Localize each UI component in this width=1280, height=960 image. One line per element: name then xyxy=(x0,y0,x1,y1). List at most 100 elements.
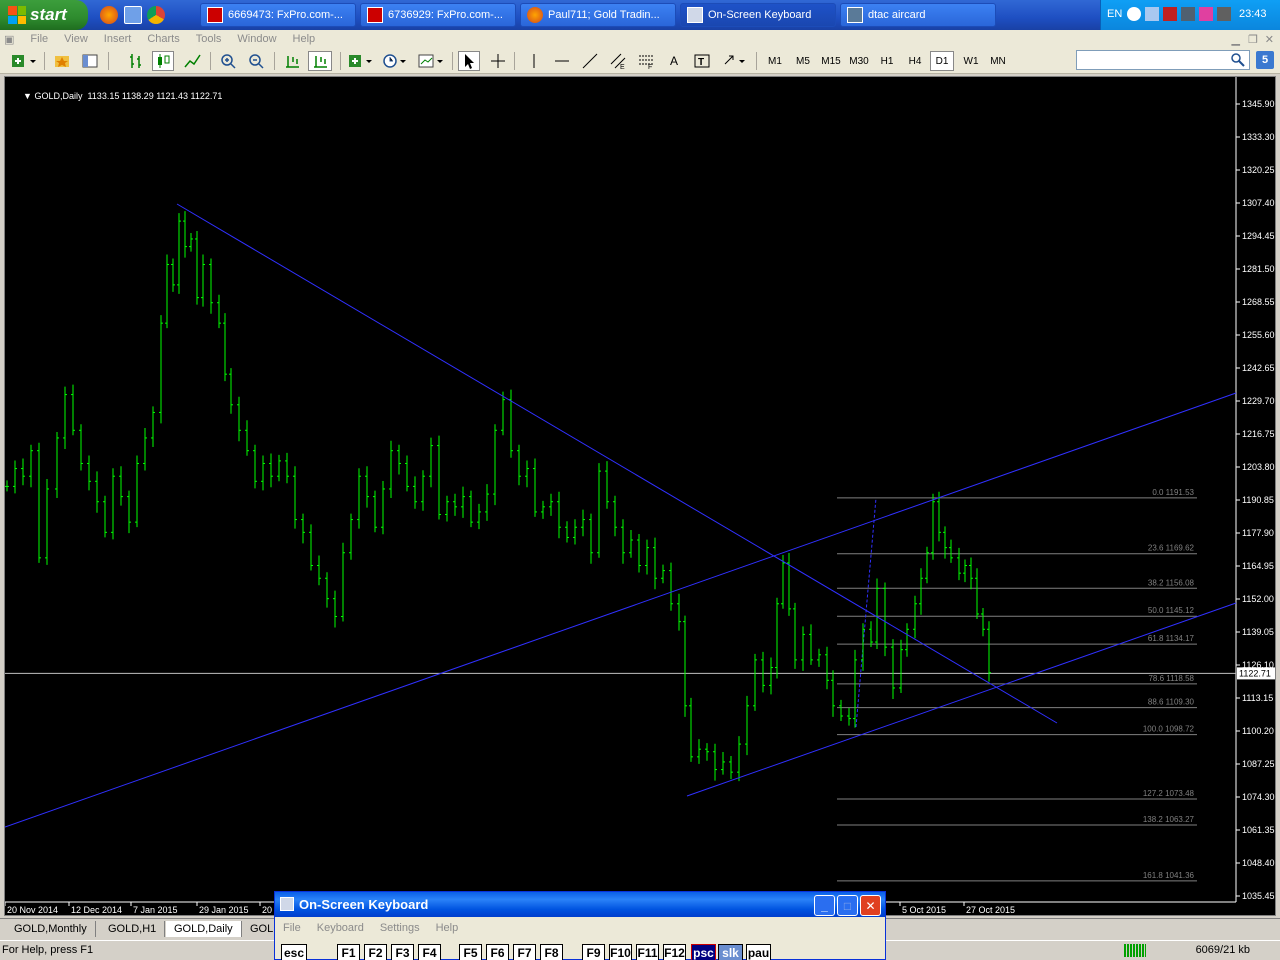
osk-menu-settings[interactable]: Settings xyxy=(372,922,428,934)
menu-window[interactable]: Window xyxy=(229,33,284,45)
equidistant-channel-icon[interactable]: E xyxy=(608,51,628,71)
restore-mdi-icon[interactable]: ❐ xyxy=(1248,33,1258,46)
tab-gold-h1[interactable]: GOLD,H1 xyxy=(100,921,166,937)
key-f1[interactable]: F1 xyxy=(337,944,360,960)
key-f11[interactable]: F11 xyxy=(636,944,659,960)
timeframe-h1[interactable]: H1 xyxy=(876,51,898,71)
key-f10[interactable]: F10 xyxy=(609,944,632,960)
minimize-mdi-icon[interactable]: ▁ xyxy=(1232,33,1240,46)
zoom-in-icon[interactable] xyxy=(218,51,238,71)
key-f5[interactable]: F5 xyxy=(459,944,482,960)
show-desktop-icon[interactable] xyxy=(124,6,142,24)
task-dtac[interactable]: dtac aircard xyxy=(840,3,996,27)
minimize-button[interactable]: _ xyxy=(814,895,835,916)
vertical-line-icon[interactable] xyxy=(524,51,544,71)
timeframe-w1[interactable]: W1 xyxy=(960,51,982,71)
task-osk[interactable]: On-Screen Keyboard xyxy=(680,3,836,27)
chrome-icon[interactable] xyxy=(147,6,165,24)
arrows-icon[interactable] xyxy=(720,51,750,71)
back-arrow-icon[interactable] xyxy=(1127,7,1141,21)
horizontal-line-icon[interactable] xyxy=(552,51,572,71)
firefox-icon[interactable] xyxy=(100,6,118,24)
periods-icon[interactable] xyxy=(380,51,410,71)
osk-menu-file[interactable]: File xyxy=(275,922,309,934)
antivirus-icon[interactable] xyxy=(1163,7,1177,21)
key-pau[interactable]: pau xyxy=(746,944,771,960)
svg-text:E: E xyxy=(620,64,625,70)
task-fxpro-2[interactable]: 6736929: FxPro.com-... xyxy=(360,3,516,27)
pen-icon[interactable] xyxy=(1199,7,1213,21)
task-firefox-forum[interactable]: Paul711; Gold Tradin... xyxy=(520,3,676,27)
key-slk[interactable]: slk xyxy=(718,944,743,960)
start-button[interactable]: start xyxy=(0,0,88,30)
menu-help[interactable]: Help xyxy=(285,33,324,45)
osk-menu-help[interactable]: Help xyxy=(428,922,467,934)
osk-menu: File Keyboard Settings Help xyxy=(275,919,466,937)
line-chart-icon[interactable] xyxy=(182,51,202,71)
templates-icon[interactable] xyxy=(416,51,446,71)
volume-icon[interactable] xyxy=(1217,7,1231,21)
navigator-icon[interactable] xyxy=(80,51,100,71)
key-f8[interactable]: F8 xyxy=(540,944,563,960)
downtrend-line xyxy=(176,203,1058,724)
indicators-icon[interactable] xyxy=(346,51,376,71)
network-icon[interactable] xyxy=(1145,7,1159,21)
chart-collapse-icon[interactable]: ▼ xyxy=(23,91,32,101)
zoom-out-icon[interactable] xyxy=(246,51,266,71)
timeframe-mn[interactable]: MN xyxy=(986,51,1010,71)
bar-chart-icon[interactable] xyxy=(126,51,146,71)
key-f4[interactable]: F4 xyxy=(418,944,441,960)
key-f12[interactable]: F12 xyxy=(663,944,686,960)
fibonacci-icon[interactable]: F xyxy=(636,51,656,71)
clock[interactable]: 23:43 xyxy=(1239,8,1267,20)
timeframe-h4[interactable]: H4 xyxy=(904,51,926,71)
chart-shift-icon[interactable] xyxy=(308,51,332,71)
key-f6[interactable]: F6 xyxy=(486,944,509,960)
timeframe-m30[interactable]: M30 xyxy=(846,51,872,71)
menu-tools[interactable]: Tools xyxy=(188,33,230,45)
search-input[interactable] xyxy=(1076,50,1250,70)
language-indicator[interactable]: EN xyxy=(1107,8,1122,20)
menu-charts[interactable]: Charts xyxy=(139,33,187,45)
candlestick-chart-icon[interactable] xyxy=(152,51,174,71)
task-fxpro-1[interactable]: 6669473: FxPro.com-... xyxy=(200,3,356,27)
toolbar-separator xyxy=(108,52,109,70)
menu-insert[interactable]: Insert xyxy=(96,33,140,45)
menu-view[interactable]: View xyxy=(56,33,96,45)
close-button[interactable]: ✕ xyxy=(860,895,881,916)
aircard-tray-icon[interactable] xyxy=(1181,7,1195,21)
crosshair-icon[interactable] xyxy=(488,51,508,71)
desktop: start 6669473: FxPro.com-... 6736929: Fx… xyxy=(0,0,1280,960)
chart-canvas[interactable]: 1345.90 1333.30 1320.25 1307.40 1294.45 1281.… xyxy=(5,77,1275,915)
trendline-icon[interactable] xyxy=(580,51,600,71)
key-f7[interactable]: F7 xyxy=(513,944,536,960)
timeframe-d1[interactable]: D1 xyxy=(930,51,954,71)
osk-menu-keyboard[interactable]: Keyboard xyxy=(309,922,372,934)
chart-window[interactable]: 1345.90 1333.30 1320.25 1307.40 1294.45 1281.… xyxy=(4,76,1276,916)
community-icon[interactable]: 5 xyxy=(1256,51,1274,69)
new-order-icon[interactable] xyxy=(8,51,40,71)
key-f2[interactable]: F2 xyxy=(364,944,387,960)
tab-gold-monthly[interactable]: GOLD,Monthly xyxy=(6,921,96,937)
osk-titlebar[interactable]: On-Screen Keyboard _ □ ✕ xyxy=(275,892,885,917)
text-label-icon[interactable]: T xyxy=(692,51,712,71)
auto-scroll-icon[interactable] xyxy=(282,51,302,71)
favorites-icon[interactable] xyxy=(52,51,72,71)
keyboard-icon xyxy=(687,7,703,23)
menu-file[interactable]: File xyxy=(22,33,56,45)
fib-level-label: 78.6 1118.58 xyxy=(1148,674,1194,683)
key-f9[interactable]: F9 xyxy=(582,944,605,960)
key-f3[interactable]: F3 xyxy=(391,944,414,960)
text-icon[interactable]: A xyxy=(664,51,684,71)
fib-level-label: 23.6 1169.62 xyxy=(1148,544,1195,553)
key-psc[interactable]: psc xyxy=(691,944,716,960)
timeframe-m15[interactable]: M15 xyxy=(818,51,844,71)
key-esc[interactable]: esc xyxy=(281,944,307,960)
cursor-icon[interactable] xyxy=(458,51,480,71)
search-icon[interactable] xyxy=(1230,52,1246,68)
timeframe-m1[interactable]: M1 xyxy=(764,51,786,71)
maximize-button[interactable]: □ xyxy=(837,895,858,916)
timeframe-m5[interactable]: M5 xyxy=(792,51,814,71)
tab-gold-daily[interactable]: GOLD,Daily xyxy=(166,921,242,937)
close-mdi-icon[interactable]: ✕ xyxy=(1265,33,1274,46)
